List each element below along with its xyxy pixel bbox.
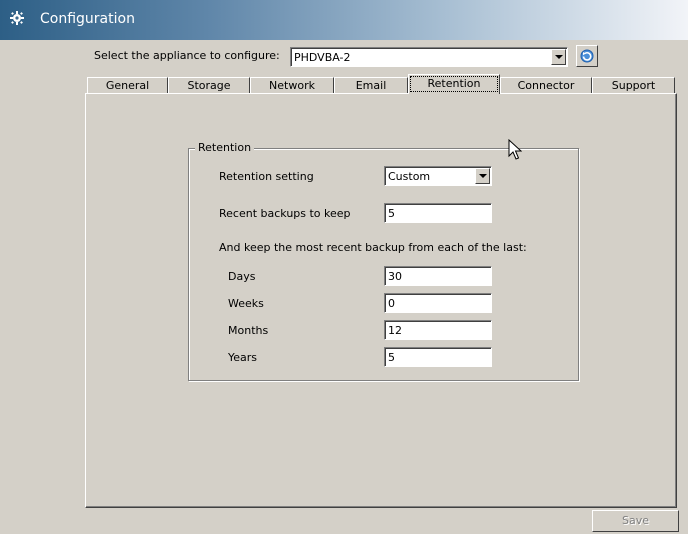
- appliance-label: Select the appliance to configure:: [94, 49, 280, 62]
- appliance-select-value: PHDVBA-2: [294, 51, 351, 64]
- tab-general[interactable]: General: [87, 77, 168, 94]
- months-label: Months: [228, 324, 269, 337]
- refresh-button[interactable]: [576, 45, 598, 67]
- days-input[interactable]: 30: [384, 266, 492, 286]
- tab-network[interactable]: Network: [250, 77, 334, 94]
- tab-connector[interactable]: Connector: [500, 77, 592, 94]
- refresh-icon: [580, 49, 594, 63]
- chevron-down-icon[interactable]: [551, 49, 566, 65]
- weeks-label: Weeks: [228, 297, 264, 310]
- gear-icon: [10, 11, 24, 25]
- save-button[interactable]: Save: [592, 510, 679, 532]
- tab-label: Connector: [517, 79, 575, 92]
- mouse-cursor-icon: [508, 139, 522, 160]
- recent-backups-input[interactable]: 5: [384, 203, 492, 223]
- months-input[interactable]: 12: [384, 320, 492, 340]
- retention-setting-value: Custom: [388, 170, 431, 183]
- tab-storage[interactable]: Storage: [168, 77, 250, 94]
- tab-retention[interactable]: Retention: [408, 74, 500, 94]
- tab-label: Support: [611, 79, 656, 92]
- appliance-select[interactable]: PHDVBA-2: [290, 47, 568, 67]
- years-label: Years: [228, 351, 258, 364]
- retention-setting-label: Retention setting: [219, 170, 314, 183]
- days-label: Days: [228, 270, 256, 283]
- keep-note: And keep the most recent backup from eac…: [219, 241, 527, 254]
- years-input[interactable]: 5: [384, 347, 492, 367]
- tab-label: Storage: [187, 79, 231, 92]
- tab-label: Network: [269, 79, 315, 92]
- tab-email[interactable]: Email: [334, 77, 408, 94]
- retention-setting-select[interactable]: Custom: [384, 166, 492, 186]
- tab-label: Retention: [427, 77, 481, 90]
- title-bar: Configuration: [0, 0, 688, 40]
- tab-label: Email: [355, 79, 387, 92]
- tab-support[interactable]: Support: [592, 77, 675, 94]
- window-title: Configuration: [40, 11, 135, 27]
- tab-label: General: [105, 79, 150, 92]
- retention-group-title: Retention: [195, 141, 255, 154]
- weeks-input[interactable]: 0: [384, 293, 492, 313]
- chevron-down-icon[interactable]: [475, 168, 490, 184]
- recent-backups-label: Recent backups to keep: [219, 207, 351, 220]
